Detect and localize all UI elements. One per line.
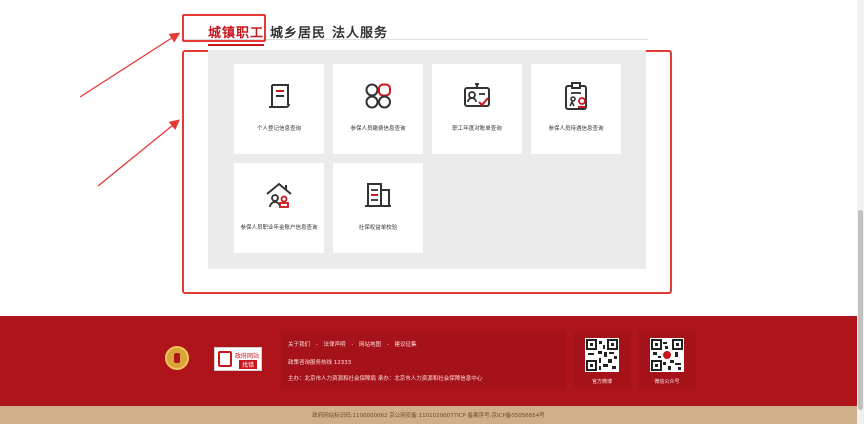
id-card-check-icon [464, 83, 490, 107]
qr-code-icon [585, 338, 619, 372]
footer-hotline: 政策咨询服务热线 12333 [288, 360, 352, 366]
service-card-occupational-annuity[interactable]: 参保人员职业年金账户信息查询 [234, 163, 324, 253]
gov-badge-subtitle: 找错 [239, 360, 258, 369]
scroll-document-icon [269, 84, 290, 108]
footer-link-suggestions[interactable]: 建议征集 [395, 342, 417, 348]
service-card-label: 个人登记信息查询 [256, 126, 301, 132]
service-card-personal-registration[interactable]: 个人登记信息查询 [234, 64, 324, 154]
service-card-label: 参保人员待遇信息查询 [548, 126, 604, 132]
clipboard-person-icon [565, 82, 587, 110]
qr-caption: 官方微博 [591, 379, 612, 385]
house-people-icon [266, 182, 292, 208]
service-card-label: 参保人员缴费信息查询 [350, 126, 406, 132]
service-card-label: 职工年度对账单查询 [452, 126, 502, 132]
footer-record-bar: 政府网站标识码:1100000062 京公网安备:11010200077ICP … [0, 406, 857, 424]
footer-link-legal[interactable]: 法律声明 [324, 342, 346, 348]
service-card-label: 参保人员职业年金账户信息查询 [240, 225, 318, 231]
qr-tile-wechat[interactable]: 微信公众号 [638, 331, 696, 389]
national-emblem-icon [165, 346, 189, 370]
footer-link-separator: - [351, 342, 354, 348]
vertical-scrollbar[interactable] [857, 0, 864, 424]
magnifier-icon [218, 351, 232, 367]
arrow-to-tab [79, 32, 181, 98]
tab-legal-entity-services[interactable]: 法人服务 [332, 22, 388, 41]
site-footer: 政府网站 找错 关于我们 - 法律声明 - 网站地图 - 建议征集 政策咨询服务… [0, 316, 857, 406]
building-icon [365, 183, 391, 207]
qr-code-icon [650, 338, 684, 372]
grid-nodes-icon [365, 83, 391, 109]
footer-link-separator: - [315, 342, 318, 348]
service-card-rights-verification[interactable]: 社保权益单校验 [333, 163, 423, 253]
gov-website-error-badge[interactable]: 政府网站 找错 [214, 347, 262, 371]
page: 城镇职工 城乡居民 法人服务 个人登记信息查询 参保人员缴费信息查询 职工年度对… [0, 0, 864, 424]
service-panel: 个人登记信息查询 参保人员缴费信息查询 职工年度对账单查询 参保人员待遇信息查询… [208, 50, 646, 269]
tab-urban-employees[interactable]: 城镇职工 [208, 22, 265, 46]
qr-caption: 微信公众号 [654, 379, 680, 385]
footer-info: 关于我们 - 法律声明 - 网站地图 - 建议征集 政策咨询服务热线 12333… [281, 331, 566, 389]
gov-badge-title: 政府网站 [235, 353, 260, 360]
footer-link-sitemap[interactable]: 网站地图 [359, 342, 381, 348]
footer-link-about[interactable]: 关于我们 [288, 342, 310, 348]
service-card-contribution-info[interactable]: 参保人员缴费信息查询 [333, 64, 423, 154]
footer-link-separator: - [386, 342, 389, 348]
tab-bar: 城镇职工 城乡居民 法人服务 [182, 18, 648, 46]
tab-urban-rural-residents[interactable]: 城乡居民 [270, 22, 326, 41]
service-card-label: 社保权益单校验 [358, 225, 398, 231]
footer-links: 关于我们 - 法律声明 - 网站地图 - 建议征集 [288, 340, 421, 348]
service-card-benefit-info[interactable]: 参保人员待遇信息查询 [531, 64, 621, 154]
arrow-to-panel [97, 119, 181, 187]
scrollbar-thumb[interactable] [858, 210, 863, 410]
service-card-annual-statement[interactable]: 职工年度对账单查询 [432, 64, 522, 154]
footer-host: 主办：北京市人力资源和社会保障局 承办：北京市人力资源和社会保障信息中心 [288, 376, 483, 382]
footer-record-text: 政府网站标识码:1100000062 京公网安备:11010200077ICP … [312, 413, 545, 419]
qr-tile-weibo[interactable]: 官方微博 [573, 331, 631, 389]
